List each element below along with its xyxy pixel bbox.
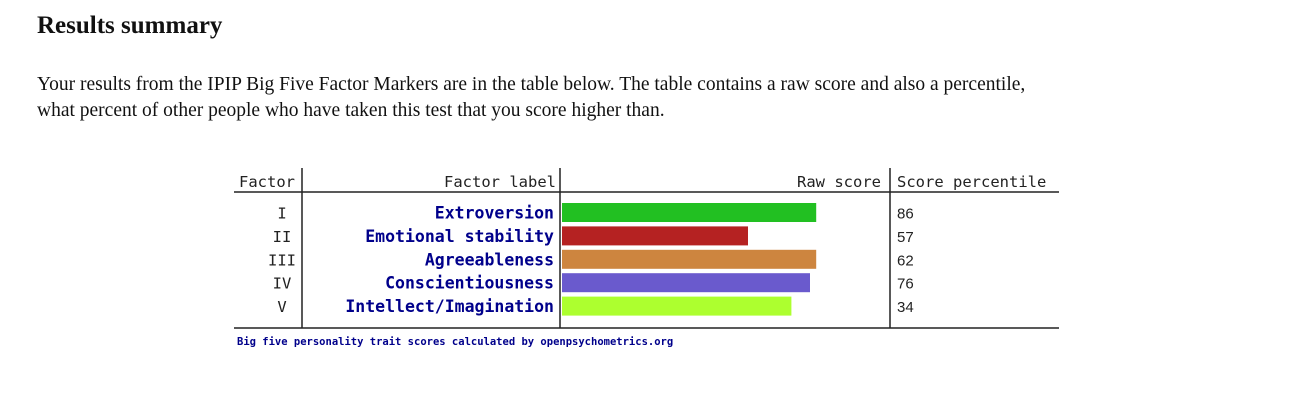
score-percentile: 34 [897, 299, 914, 316]
score-percentile: 86 [897, 206, 914, 223]
col-header-factor: Factor [239, 173, 295, 191]
big-five-score-chart: Factor Factor label Raw score Score perc… [234, 168, 1059, 348]
score-percentile: 76 [897, 276, 914, 293]
factor-label: Agreeableness [425, 250, 554, 269]
raw-score-bar [562, 273, 810, 293]
factor-label: Conscientiousness [385, 274, 554, 293]
factor-numeral: V [277, 298, 286, 316]
factor-numeral: IV [273, 275, 292, 293]
factor-numeral: III [268, 251, 296, 269]
col-header-raw-score: Raw score [797, 173, 881, 191]
factor-label: Intellect/Imagination [345, 297, 554, 316]
factor-label: Emotional stability [365, 227, 554, 246]
score-percentile: 57 [897, 229, 914, 246]
chart-rows: I Extroversion 86 II Emotional stability 57 II… [268, 203, 914, 316]
raw-score-bar [562, 203, 817, 222]
raw-score-bar [562, 226, 748, 246]
chart-footer: Big five personality trait scores calcul… [237, 336, 673, 348]
col-header-label: Factor label [444, 173, 556, 191]
factor-label: Extroversion [435, 204, 554, 223]
factor-numeral: I [277, 205, 286, 223]
col-header-percentile: Score percentile [897, 173, 1046, 191]
raw-score-bar [562, 249, 817, 269]
raw-score-bar [562, 296, 792, 316]
score-percentile: 62 [897, 252, 914, 269]
factor-numeral: II [273, 228, 292, 246]
